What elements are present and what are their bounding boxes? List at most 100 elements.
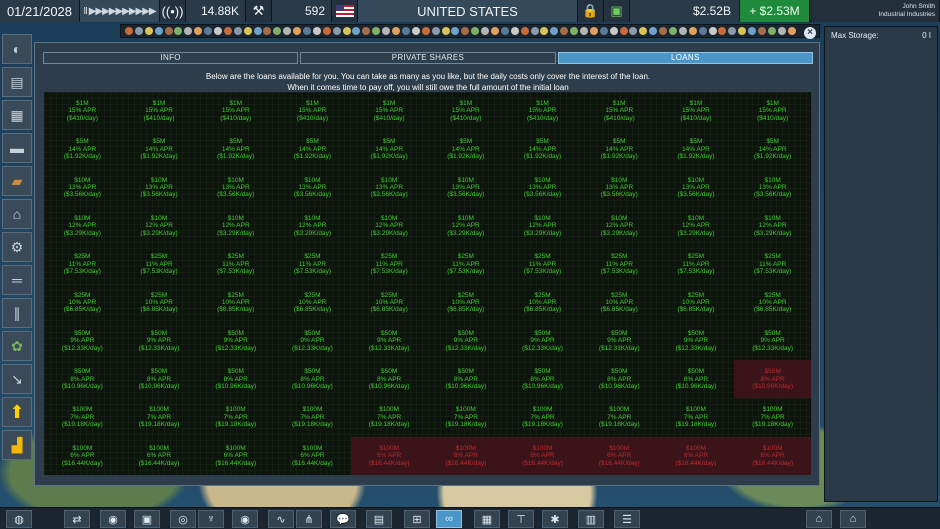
resource-icon[interactable] bbox=[293, 27, 302, 35]
loan-offer[interactable]: $25M 10% APR ($6.85K/day) bbox=[504, 283, 581, 321]
loan-offer[interactable]: $25M 11% APR ($7.53K/day) bbox=[197, 245, 274, 283]
truck-icon[interactable]: ▰ bbox=[2, 166, 32, 196]
tab-info[interactable]: INFO bbox=[43, 52, 299, 64]
resource-icon[interactable] bbox=[599, 27, 608, 35]
resource-icon[interactable] bbox=[708, 27, 717, 35]
resource-icon[interactable] bbox=[748, 27, 757, 35]
resource-icon[interactable] bbox=[223, 27, 232, 35]
loan-offer[interactable]: $10M 12% APR ($3.29K/day) bbox=[734, 207, 811, 245]
resource-icon[interactable] bbox=[431, 27, 440, 35]
loan-offer[interactable]: $100M 6% APR ($16.44K/day) bbox=[121, 437, 198, 475]
farm-icon[interactable]: ✿ bbox=[2, 331, 32, 361]
loan-offer[interactable]: $10M 12% APR ($3.29K/day) bbox=[121, 207, 198, 245]
loan-offer[interactable]: $1M 15% APR ($410/day) bbox=[504, 92, 581, 130]
loan-offer[interactable]: $50M 9% APR ($12.33K/day) bbox=[197, 322, 274, 360]
resource-icon[interactable] bbox=[421, 27, 430, 35]
train-icon[interactable]: ▣ bbox=[134, 510, 160, 528]
loan-offer[interactable]: $10M 12% APR ($3.29K/day) bbox=[658, 207, 735, 245]
resource-icon[interactable] bbox=[787, 27, 796, 35]
loan-offer[interactable]: $100M 7% APR ($19.18K/day) bbox=[427, 398, 504, 436]
loan-offer[interactable]: $5M 14% APR ($1.92K/day) bbox=[44, 130, 121, 168]
loan-offer[interactable]: $5M 14% APR ($1.92K/day) bbox=[121, 130, 198, 168]
loan-offer[interactable]: $100M 6% APR ($16.44K/day) bbox=[44, 437, 121, 475]
globe-icon[interactable]: ◐ bbox=[2, 34, 32, 64]
resource-icon[interactable] bbox=[758, 27, 766, 35]
network-icon[interactable]: ⋔ bbox=[296, 510, 322, 528]
resource-icon[interactable] bbox=[718, 27, 727, 35]
loan-offer[interactable]: $50M 8% APR ($10.96K/day) bbox=[504, 360, 581, 398]
resource-icon[interactable] bbox=[589, 27, 598, 35]
crane-icon[interactable]: ⌂ bbox=[2, 199, 32, 229]
resource-icon[interactable] bbox=[362, 27, 371, 35]
loan-offer[interactable]: $25M 11% APR ($7.53K/day) bbox=[121, 245, 198, 283]
loan-offer[interactable]: $25M 10% APR ($6.85K/day) bbox=[658, 283, 735, 321]
resource-icon[interactable] bbox=[629, 27, 638, 35]
loan-offer[interactable]: $10M 13% APR ($3.56K/day) bbox=[734, 169, 811, 207]
upgrade-arrow-icon[interactable]: ⬆ bbox=[2, 397, 32, 427]
resource-icon[interactable] bbox=[490, 27, 499, 35]
home-icon[interactable]: ⌂ bbox=[840, 510, 866, 528]
resource-icon[interactable] bbox=[125, 27, 133, 35]
resource-icon[interactable] bbox=[392, 27, 401, 35]
loan-offer[interactable]: $25M 10% APR ($6.85K/day) bbox=[351, 283, 428, 321]
handshake-icon[interactable]: ∞ bbox=[436, 510, 462, 528]
resource-icon[interactable] bbox=[659, 27, 668, 35]
loan-offer[interactable]: $50M 9% APR ($12.33K/day) bbox=[44, 322, 121, 360]
resource-icon[interactable] bbox=[401, 27, 410, 35]
report-icon[interactable]: ☰ bbox=[614, 510, 640, 528]
resource-icon[interactable] bbox=[619, 27, 628, 35]
resource-icon[interactable] bbox=[738, 27, 747, 35]
loan-offer[interactable]: $10M 13% APR ($3.56K/day) bbox=[427, 169, 504, 207]
loan-offer[interactable]: $5M 14% APR ($1.92K/day) bbox=[504, 130, 581, 168]
resource-icon[interactable] bbox=[134, 27, 143, 35]
loan-offer[interactable]: $5M 14% APR ($1.92K/day) bbox=[351, 130, 428, 168]
loan-offer[interactable]: $100M 7% APR ($19.18K/day) bbox=[351, 398, 428, 436]
resource-icon[interactable] bbox=[253, 27, 262, 35]
loan-offer[interactable]: $1M 15% APR ($410/day) bbox=[658, 92, 735, 130]
pylon-icon[interactable]: ♆ bbox=[198, 510, 224, 528]
resource-icon[interactable] bbox=[481, 27, 490, 35]
loan-offer[interactable]: $1M 15% APR ($410/day) bbox=[734, 92, 811, 130]
resource-icon[interactable] bbox=[372, 27, 381, 35]
loan-offer[interactable]: $1M 15% APR ($410/day) bbox=[274, 92, 351, 130]
loan-offer[interactable]: $50M 8% APR ($10.96K/day) bbox=[44, 360, 121, 398]
loan-offer[interactable]: $50M 9% APR ($12.33K/day) bbox=[427, 322, 504, 360]
resource-icon[interactable] bbox=[540, 27, 549, 35]
resource-icon[interactable] bbox=[382, 27, 391, 35]
country-name[interactable]: UNITED STATES bbox=[358, 0, 578, 22]
route-icon[interactable]: ⇄ bbox=[64, 510, 90, 528]
resource-icon[interactable] bbox=[510, 27, 519, 35]
resource-icon[interactable] bbox=[322, 27, 331, 35]
resource-icon[interactable] bbox=[164, 27, 173, 35]
loan-offer[interactable]: $50M 9% APR ($12.33K/day) bbox=[658, 322, 735, 360]
loan-offer[interactable]: $1M 15% APR ($410/day) bbox=[197, 92, 274, 130]
signal-icon[interactable]: ((•)) bbox=[160, 0, 186, 22]
resource-icon[interactable] bbox=[352, 27, 361, 35]
resource-icon[interactable] bbox=[579, 27, 588, 35]
loan-offer[interactable]: $5M 14% APR ($1.92K/day) bbox=[274, 130, 351, 168]
loan-offer[interactable]: $50M 9% APR ($12.33K/day) bbox=[734, 322, 811, 360]
loan-offer[interactable]: $1M 15% APR ($410/day) bbox=[351, 92, 428, 130]
loan-offer[interactable]: $10M 12% APR ($3.29K/day) bbox=[427, 207, 504, 245]
loan-offer[interactable]: $100M 7% APR ($19.18K/day) bbox=[44, 398, 121, 436]
loan-offer[interactable]: $5M 14% APR ($1.92K/day) bbox=[658, 130, 735, 168]
loan-offer[interactable]: $100M 7% APR ($19.18K/day) bbox=[658, 398, 735, 436]
eye-small-icon[interactable]: ◉ bbox=[232, 510, 258, 528]
loan-offer[interactable]: $25M 11% APR ($7.53K/day) bbox=[504, 245, 581, 283]
resource-icon[interactable] bbox=[520, 27, 529, 35]
pipe-icon[interactable]: ═ bbox=[2, 265, 32, 295]
loan-offer[interactable]: $50M 8% APR ($10.96K/day) bbox=[274, 360, 351, 398]
resource-icon[interactable] bbox=[411, 27, 420, 35]
resource-icon[interactable] bbox=[342, 27, 351, 35]
loan-offer[interactable]: $50M 9% APR ($12.33K/day) bbox=[504, 322, 581, 360]
loan-offer[interactable]: $10M 13% APR ($3.56K/day) bbox=[504, 169, 581, 207]
resource-icon[interactable] bbox=[668, 27, 677, 35]
resource-icon[interactable] bbox=[144, 27, 153, 35]
loan-offer[interactable]: $25M 10% APR ($6.85K/day) bbox=[121, 283, 198, 321]
company-info[interactable]: John Smith Industrial Industries bbox=[812, 0, 940, 22]
loan-offer[interactable]: $100M 7% APR ($19.18K/day) bbox=[121, 398, 198, 436]
loan-offer[interactable]: $25M 11% APR ($7.53K/day) bbox=[351, 245, 428, 283]
shovel-icon[interactable]: ↘ bbox=[2, 364, 32, 394]
settings-icon[interactable]: ✱ bbox=[542, 510, 568, 528]
resource-icon[interactable] bbox=[649, 27, 658, 35]
